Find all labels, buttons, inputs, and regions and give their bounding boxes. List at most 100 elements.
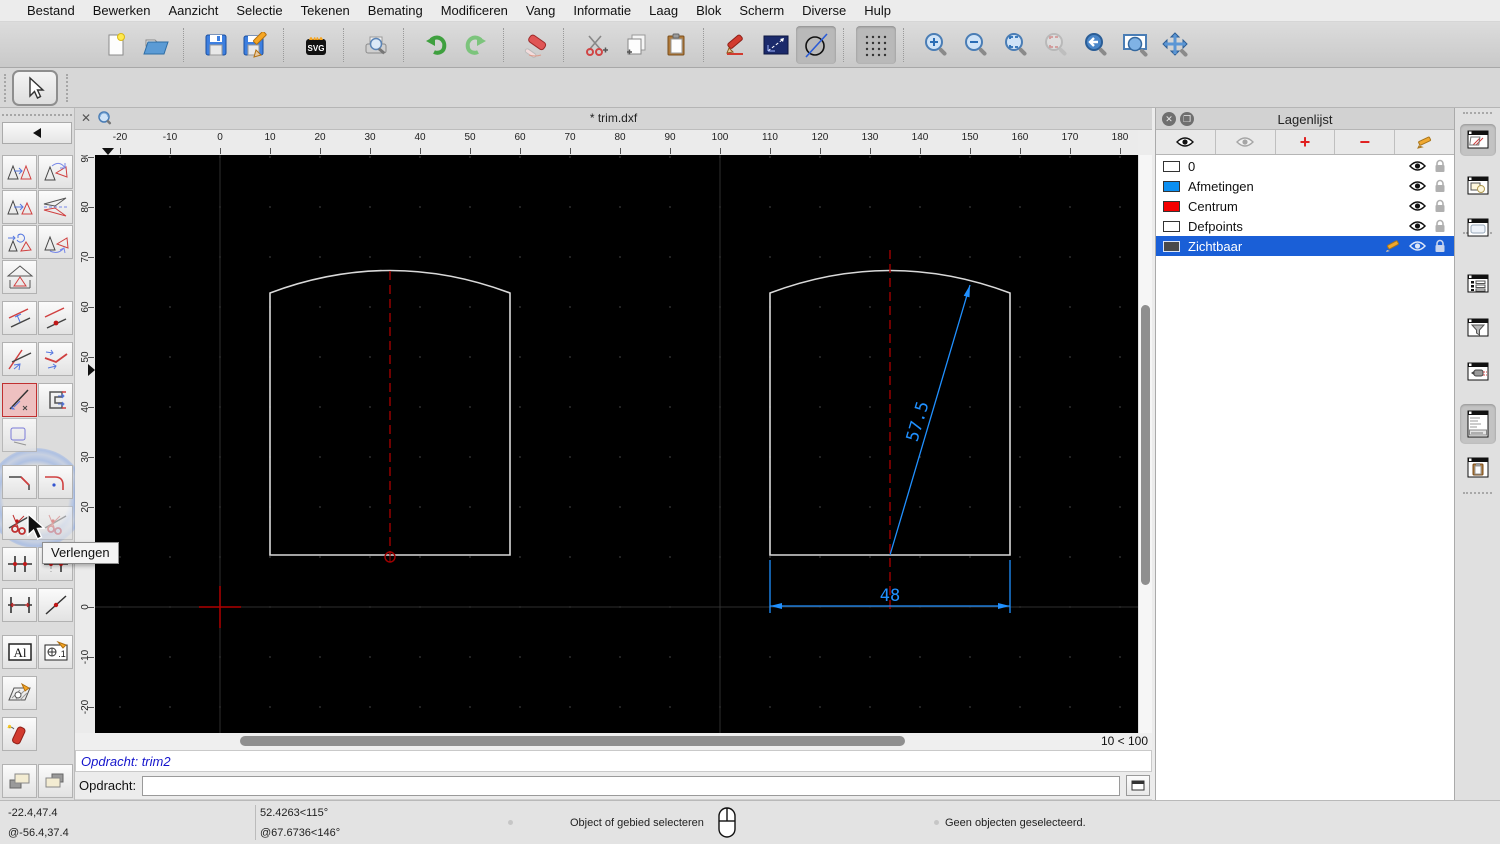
add-layer-button[interactable]: +	[1276, 130, 1335, 154]
tool-stretch[interactable]	[38, 383, 73, 417]
tool-explode[interactable]	[2, 717, 37, 751]
menu-selectie[interactable]: Selectie	[227, 3, 291, 18]
hide-all-layers-button[interactable]	[1216, 130, 1275, 154]
restrict-orthogonal-button[interactable]	[756, 26, 796, 64]
layer-lock-icon[interactable]	[1434, 179, 1446, 193]
tool-mirror[interactable]	[38, 190, 73, 224]
tool-break[interactable]	[38, 588, 73, 622]
edit-layer-button[interactable]	[1395, 130, 1454, 154]
layer-visible-icon[interactable]	[1409, 220, 1426, 232]
menu-vang[interactable]: Vang	[517, 3, 564, 18]
tool-offset-point[interactable]	[38, 301, 73, 335]
open-file-button[interactable]	[136, 26, 176, 64]
tool-extend[interactable]	[2, 383, 37, 417]
draw-pen-button[interactable]	[716, 26, 756, 64]
horizontal-scrollbar[interactable]: 10 < 100	[75, 733, 1152, 750]
tool-trim-two[interactable]	[38, 342, 73, 376]
select-tool-button[interactable]	[12, 70, 58, 106]
tool-edit-dimension[interactable]: .1	[38, 635, 73, 669]
print-preview-button[interactable]	[356, 26, 396, 64]
tool-move-rotate[interactable]	[2, 225, 37, 259]
show-all-layers-button[interactable]	[1156, 130, 1215, 154]
tool-bevel[interactable]	[2, 465, 37, 499]
save-button[interactable]	[196, 26, 236, 64]
tool-rotate[interactable]	[38, 155, 73, 189]
menu-informatie[interactable]: Informatie	[564, 3, 640, 18]
left-centerline[interactable]	[385, 271, 395, 562]
tool-edit-hatch[interactable]	[2, 676, 37, 710]
layer-visible-icon[interactable]	[1409, 200, 1426, 212]
redo-button[interactable]	[456, 26, 496, 64]
layer-lock-icon[interactable]	[1434, 219, 1446, 233]
tool-trim[interactable]	[2, 342, 37, 376]
tool-scale[interactable]	[2, 260, 37, 294]
library-browser-window-button[interactable]	[1460, 212, 1496, 244]
vertical-scrollbar[interactable]	[1138, 155, 1152, 733]
tool-rotate-two[interactable]	[38, 225, 73, 259]
tool-order-bottom[interactable]	[38, 764, 73, 798]
menu-modificeren[interactable]: Modificeren	[432, 3, 517, 18]
paste-button[interactable]	[656, 26, 696, 64]
tool-order-top[interactable]	[2, 764, 37, 798]
menu-scherm[interactable]: Scherm	[730, 3, 793, 18]
zoom-selected-button[interactable]	[1036, 26, 1076, 64]
filter-window-button[interactable]	[1460, 312, 1496, 344]
remove-layer-button[interactable]: −	[1335, 130, 1394, 154]
tool-edit-text[interactable]: Al	[2, 635, 37, 669]
entity-list-window-button[interactable]	[1460, 268, 1496, 300]
layer-visible-icon[interactable]	[1409, 180, 1426, 192]
tool-offset[interactable]	[2, 301, 37, 335]
export-svg-button[interactable]: SVG	[296, 26, 336, 64]
tool-shrink[interactable]	[2, 588, 37, 622]
horizontal-scrollbar-thumb[interactable]	[240, 736, 905, 746]
menu-laag[interactable]: Laag	[640, 3, 687, 18]
new-file-button[interactable]	[96, 26, 136, 64]
vertical-scrollbar-thumb[interactable]	[1141, 305, 1150, 585]
tool-properties[interactable]	[2, 418, 37, 452]
zoom-auto-button[interactable]	[996, 26, 1036, 64]
layer-row-0[interactable]: 0	[1156, 156, 1454, 176]
menu-diverse[interactable]: Diverse	[793, 3, 855, 18]
layer-row-zichtbaar[interactable]: Zichtbaar	[1156, 236, 1454, 256]
layer-row-centrum[interactable]: Centrum	[1156, 196, 1454, 216]
cut-button[interactable]	[576, 26, 616, 64]
clipboard-window-button[interactable]	[1460, 452, 1496, 484]
isometric-grid-button[interactable]	[796, 26, 836, 64]
layer-edit-icon[interactable]	[1385, 240, 1401, 253]
grid-toggle-button[interactable]	[856, 26, 896, 64]
layer-list-window-button[interactable]	[1460, 124, 1496, 156]
layer-visible-icon[interactable]	[1409, 160, 1426, 172]
delete-button[interactable]	[516, 26, 556, 64]
tool-mirror-move[interactable]	[2, 190, 37, 224]
menu-tekenen[interactable]: Tekenen	[292, 3, 359, 18]
zoom-window-button[interactable]	[1116, 26, 1156, 64]
menu-aanzicht[interactable]: Aanzicht	[160, 3, 228, 18]
tool-gap[interactable]	[2, 547, 37, 581]
zoom-pan-button[interactable]	[1156, 26, 1196, 64]
menu-blok[interactable]: Blok	[687, 3, 730, 18]
command-window-button[interactable]	[1460, 404, 1496, 444]
menu-bewerken[interactable]: Bewerken	[84, 3, 160, 18]
menu-bestand[interactable]: Bestand	[18, 3, 84, 18]
tool-fillet[interactable]	[38, 465, 73, 499]
command-detach-button[interactable]	[1126, 775, 1150, 796]
layer-lock-icon[interactable]	[1434, 159, 1446, 173]
layer-lock-icon[interactable]	[1434, 199, 1446, 213]
layer-row-defpoints[interactable]: Defpoints	[1156, 216, 1454, 236]
command-input[interactable]	[142, 776, 1120, 796]
copy-button[interactable]	[616, 26, 656, 64]
menu-hulp[interactable]: Hulp	[855, 3, 900, 18]
menu-bemating[interactable]: Bemating	[359, 3, 432, 18]
zoom-previous-button[interactable]	[1076, 26, 1116, 64]
aligned-dimension[interactable]	[890, 285, 970, 555]
zoom-in-button[interactable]	[916, 26, 956, 64]
block-list-window-button[interactable]	[1460, 170, 1496, 202]
layer-row-afmetingen[interactable]: Afmetingen	[1156, 176, 1454, 196]
layer-visible-icon[interactable]	[1409, 240, 1426, 252]
back-button[interactable]	[2, 122, 72, 144]
layer-lock-icon[interactable]	[1434, 239, 1446, 253]
tool-move-copy[interactable]	[2, 155, 37, 189]
save-as-button[interactable]	[236, 26, 276, 64]
zoom-out-button[interactable]	[956, 26, 996, 64]
undo-button[interactable]	[416, 26, 456, 64]
